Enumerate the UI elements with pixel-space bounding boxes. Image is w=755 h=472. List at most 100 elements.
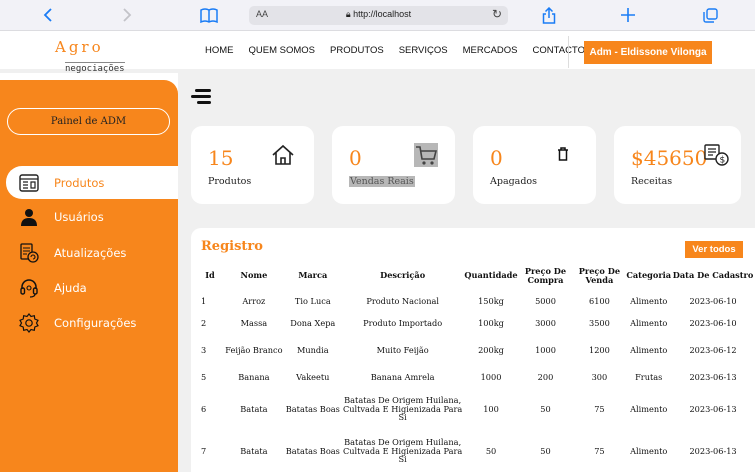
user-icon bbox=[18, 206, 40, 228]
nav-contacto[interactable]: CONTACTO bbox=[533, 45, 585, 56]
cell-data: 2023-06-12 bbox=[689, 344, 737, 355]
cell-nome: Banana bbox=[238, 371, 270, 382]
cell-categoria: Alimento bbox=[630, 445, 668, 456]
cell-nome: Feijão Branco bbox=[225, 344, 283, 355]
card-value: 15 bbox=[208, 146, 234, 170]
table-row[interactable]: 5 Banana Vakeetu Banana Amrela 1000 200 … bbox=[196, 366, 755, 388]
cell-descricao: Produto Importado bbox=[363, 317, 443, 328]
nav-produtos[interactable]: PRODUTOS bbox=[330, 45, 384, 56]
cell-quantidade: 200kg bbox=[478, 344, 504, 355]
cell-quantidade: 100kg bbox=[478, 317, 504, 328]
logo[interactable]: Agro negociações bbox=[55, 38, 135, 75]
forward-icon[interactable] bbox=[117, 4, 137, 26]
col-marca[interactable]: Marca bbox=[284, 262, 342, 290]
sidebar-item-atualizacoes[interactable]: Atualizações bbox=[0, 236, 178, 269]
new-tab-icon[interactable] bbox=[618, 4, 638, 26]
cell-data: 2023-06-10 bbox=[689, 317, 737, 328]
col-data-cadastro[interactable]: Data De Cadastro bbox=[671, 262, 755, 290]
cell-categoria: Alimento bbox=[630, 295, 668, 306]
col-preco-compra[interactable]: Preço De Compra bbox=[519, 262, 573, 290]
cell-preco-venda: 1200 bbox=[588, 344, 610, 355]
view-all-button[interactable]: Ver todos bbox=[685, 241, 743, 258]
admin-user-button[interactable]: Adm - Eldissone Vilonga bbox=[584, 41, 712, 64]
sidebar-item-label: Configurações bbox=[54, 315, 137, 330]
card-produtos: 15 Produtos bbox=[191, 126, 314, 204]
cell-descricao: Batatas De Origem Huilana, Cultvada E Hi… bbox=[342, 395, 463, 423]
cell-nome: Batata bbox=[240, 445, 268, 456]
registro-table: Id Nome Marca Descrição Quantidade Preço… bbox=[196, 262, 755, 472]
sidebar-item-usuarios[interactable]: Usuários bbox=[0, 200, 178, 233]
table-row[interactable]: 2 Massa Dona Xepa Produto Importado 100k… bbox=[196, 312, 755, 334]
cell-categoria: Alimento bbox=[630, 344, 668, 355]
address-bar[interactable]: AA 🔒︎ http://localhost ↻ bbox=[249, 6, 508, 25]
cell-preco-compra: 5000 bbox=[535, 295, 556, 306]
cell-nome: Arroz bbox=[242, 295, 266, 306]
url-text: 🔒︎ http://localhost bbox=[249, 9, 508, 20]
col-nome[interactable]: Nome bbox=[224, 262, 284, 290]
cell-preco-compra: 50 bbox=[540, 403, 551, 414]
nav-mercados[interactable]: MERCADOS bbox=[463, 45, 518, 56]
share-icon[interactable] bbox=[539, 4, 559, 26]
cell-marca: Batatas Boas bbox=[285, 403, 340, 414]
bookmarks-icon[interactable] bbox=[198, 4, 220, 26]
cell-descricao: Muito Feijão bbox=[376, 344, 429, 355]
back-icon[interactable] bbox=[38, 4, 58, 26]
cell-quantidade: 50 bbox=[485, 445, 497, 456]
nav-quem-somos[interactable]: QUEM SOMOS bbox=[249, 45, 316, 56]
main-nav: HOME QUEM SOMOS PRODUTOS SERVIÇOS MERCAD… bbox=[205, 45, 600, 56]
cell-preco-compra: 200 bbox=[537, 371, 554, 382]
cell-preco-venda: 75 bbox=[594, 403, 605, 414]
menu-toggle-icon[interactable] bbox=[191, 88, 213, 106]
table-header-row: Id Nome Marca Descrição Quantidade Preço… bbox=[196, 262, 755, 290]
cell-data: 2023-06-13 bbox=[689, 445, 737, 456]
house-icon bbox=[271, 144, 295, 172]
col-id[interactable]: Id bbox=[196, 262, 224, 290]
card-apagados: 0 Apagados bbox=[473, 126, 596, 204]
cell-preco-venda: 6100 bbox=[588, 295, 610, 306]
table-row[interactable]: 1 Arroz Tio Luca Produto Nacional 150kg … bbox=[196, 290, 755, 312]
sidebar-item-configuracoes[interactable]: Configurações bbox=[0, 306, 178, 339]
card-label: Vendas Reais bbox=[349, 176, 415, 187]
col-preco-venda[interactable]: Preço De Venda bbox=[572, 262, 626, 290]
cell-nome: Massa bbox=[240, 317, 268, 328]
col-descricao[interactable]: Descrição bbox=[342, 262, 464, 290]
cell-id: 1 bbox=[201, 295, 207, 306]
card-label: Apagados bbox=[490, 176, 538, 187]
sidebar-item-ajuda[interactable]: Ajuda bbox=[0, 271, 178, 304]
cell-data: 2023-06-13 bbox=[689, 371, 737, 382]
sidebar-item-produtos[interactable]: Produtos bbox=[6, 166, 178, 199]
sidebar-item-label: Ajuda bbox=[54, 280, 87, 295]
cell-quantidade: 100 bbox=[483, 403, 499, 414]
logo-subtitle: negociações bbox=[65, 62, 125, 74]
sidebar-item-label: Usuários bbox=[54, 209, 104, 224]
col-quantidade[interactable]: Quantidade bbox=[464, 262, 519, 290]
table-row[interactable]: 7 Batata Batatas Boas Batatas De Origem … bbox=[196, 430, 755, 472]
table-row[interactable]: 3 Feijão Branco Mundia Muito Feijão 200k… bbox=[196, 334, 755, 366]
reload-icon[interactable]: ↻ bbox=[492, 7, 502, 21]
cart-icon bbox=[414, 143, 438, 167]
updates-icon bbox=[18, 242, 40, 264]
nav-servicos[interactable]: SERVIÇOS bbox=[399, 45, 448, 56]
cell-data: 2023-06-10 bbox=[689, 295, 737, 306]
cell-marca: Tio Luca bbox=[294, 295, 331, 306]
cell-quantidade: 1000 bbox=[480, 371, 502, 382]
cell-descricao: Banana Amrela bbox=[370, 371, 435, 382]
cell-marca: Batatas Boas bbox=[285, 445, 340, 456]
nav-home[interactable]: HOME bbox=[205, 45, 234, 56]
admin-panel-button[interactable]: Painel de ADM bbox=[7, 108, 170, 135]
cell-preco-compra: 50 bbox=[540, 445, 551, 456]
cell-categoria: Alimento bbox=[630, 317, 668, 328]
col-categoria[interactable]: Categoria bbox=[626, 262, 671, 290]
cell-preco-venda: 3500 bbox=[588, 317, 610, 328]
cell-marca: Dona Xepa bbox=[290, 317, 336, 328]
table-row[interactable]: 6 Batata Batatas Boas Batatas De Origem … bbox=[196, 388, 755, 430]
url-value: http://localhost bbox=[353, 9, 412, 19]
cell-id: 3 bbox=[201, 344, 207, 355]
cell-id: 2 bbox=[201, 317, 207, 328]
cell-descricao: Produto Nacional bbox=[366, 295, 439, 306]
site-header: Agro negociações HOME QUEM SOMOS PRODUTO… bbox=[0, 31, 755, 75]
tabs-icon[interactable] bbox=[700, 4, 720, 26]
products-icon bbox=[18, 172, 40, 194]
logo-title: Agro bbox=[55, 38, 104, 56]
svg-text:$: $ bbox=[720, 156, 726, 166]
